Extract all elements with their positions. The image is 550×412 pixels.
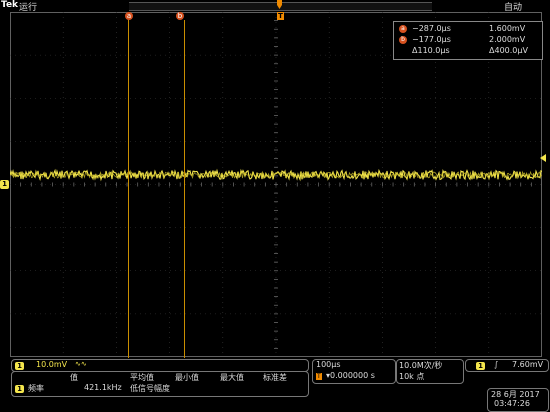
measurement-panel[interactable]: 值 平均值 最小值 最大值 标准差 1 频率 421.1kHz 低信号幅度 — [11, 371, 309, 397]
cursor-a-icon: a — [399, 25, 407, 33]
trigger-level: 7.60mV — [512, 360, 544, 369]
record-length: 10k 点 — [399, 372, 425, 381]
cursor-b-volt: 2.000mV — [489, 35, 526, 44]
meas-row-note: 低信号幅度 — [130, 384, 170, 393]
horizontal-panel[interactable]: 100μs T ▾0.000000 s — [312, 359, 396, 384]
cursor-readout: a −287.0μs 1.600mV b −177.0μs 2.000mV Δ1… — [393, 21, 543, 60]
cursor-a-marker[interactable]: a — [125, 12, 133, 20]
meas-row-label: 频率 — [28, 384, 44, 393]
trigger-panel[interactable]: 1 ∫ 7.60mV — [465, 359, 549, 372]
trigger-level-arrow[interactable] — [540, 154, 546, 162]
meas-header-max: 最大值 — [220, 373, 244, 382]
trigger-offset-icon: T — [316, 373, 322, 380]
trigger-slope-icon: ∫ — [494, 360, 499, 369]
graticule — [10, 12, 542, 357]
trigger-offset: ▾0.000000 s — [326, 371, 375, 380]
meas-ch1-badge: 1 — [15, 385, 24, 393]
cursor-b-line[interactable] — [184, 20, 185, 358]
meas-header-value: 值 — [70, 373, 78, 382]
cursor-b-time: −177.0μs — [412, 35, 451, 44]
cursor-a-line[interactable] — [128, 20, 129, 358]
cursor-b-icon: b — [399, 36, 407, 44]
status-bar: Tek 运行 自动 — [0, 0, 550, 13]
coupling-icon: ∿∿ — [75, 360, 87, 368]
sample-rate: 10.0M次/秒 — [399, 361, 443, 370]
datetime-panel: 28 6月 2017 03:47:26 — [487, 388, 549, 412]
delta-volt: Δ400.0μV — [489, 46, 528, 55]
meas-header-min: 最小值 — [175, 373, 199, 382]
meas-header-std: 标准差 — [263, 373, 287, 382]
ch1-offset-marker[interactable]: 1 — [0, 180, 9, 189]
ch1-badge: 1 — [15, 362, 24, 370]
meas-header-mean: 平均值 — [130, 373, 154, 382]
acquisition-panel[interactable]: 10.0M次/秒 10k 点 — [396, 359, 464, 384]
time-scale: 100μs — [316, 360, 341, 369]
trigger-source-badge: 1 — [476, 362, 485, 370]
meas-row-value: 421.1kHz — [84, 383, 122, 392]
time: 03:47:26 — [494, 399, 530, 408]
trigger-time-marker[interactable]: T — [277, 12, 284, 20]
vertical-scale: 10.0mV — [36, 360, 68, 369]
cursor-b-marker[interactable]: b — [176, 12, 184, 20]
delta-time: Δ110.0μs — [412, 46, 450, 55]
brand-logo: Tek — [1, 0, 19, 10]
cursor-a-time: −287.0μs — [412, 24, 451, 33]
cursor-a-volt: 1.600mV — [489, 24, 526, 33]
trigger-position-icon — [277, 0, 282, 9]
